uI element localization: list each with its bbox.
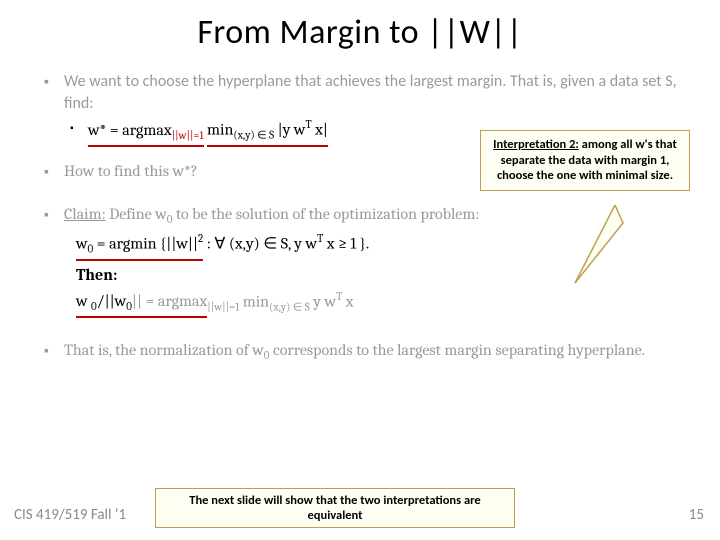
eq1-mincond: (x,y) ∈ S bbox=[233, 129, 274, 142]
claim-text-b: to be the solution of the optimization p… bbox=[172, 205, 479, 223]
callout-label: Interpretation 2: bbox=[493, 137, 579, 152]
concl-a: That is, the normalization of w bbox=[64, 341, 264, 359]
eq2-mid: : ∀ (x,y) ∈ S, y w bbox=[203, 235, 317, 253]
eq1-underline-rhs: min(x,y) ∈ S |y wT x| bbox=[207, 118, 328, 146]
eq1-lhs: w* = argmax bbox=[88, 121, 172, 139]
eq1-cond: ||w||=1 bbox=[172, 129, 204, 142]
page-number: 15 bbox=[689, 506, 704, 524]
footnote-text: The next slide will show that the two in… bbox=[189, 493, 480, 523]
callout-box: Interpretation 2: among all w's that sep… bbox=[480, 130, 690, 191]
eq1-underline-lhs: w* = argmax||w||=1 bbox=[88, 120, 204, 147]
eq3-mincond: (x,y) ∈ S bbox=[269, 301, 310, 314]
claim-label: Claim: bbox=[64, 205, 106, 223]
then-text: Then: bbox=[76, 266, 117, 284]
footer-left: CIS 419/519 Fall ’1 bbox=[14, 506, 126, 524]
slide-title: From Margin to ||W|| bbox=[40, 12, 680, 53]
eq3-underline: w 0/||w0|| = argmax bbox=[76, 291, 207, 318]
eq1-min: min bbox=[207, 121, 233, 139]
eq2-underline: w0 = argmin {||w||2 bbox=[76, 232, 203, 260]
eq3-c: || = argmax bbox=[132, 292, 207, 310]
concl-b: corresponds to the largest margin separa… bbox=[269, 341, 645, 359]
eq2-lhs-a: w bbox=[76, 235, 88, 253]
eq2-lhs-b: = argmin {||w|| bbox=[93, 235, 198, 253]
slide: From Margin to ||W|| We want to choose t… bbox=[0, 0, 720, 540]
bullet-intro: We want to choose the hyperplane that ac… bbox=[40, 71, 680, 114]
claim-text-a: Define w bbox=[106, 205, 167, 223]
eq2-end: x ≥ 1 }. bbox=[323, 235, 369, 253]
eq3-b: /||w bbox=[97, 292, 126, 310]
eq3-rhs: y w bbox=[310, 292, 336, 310]
eq3-cond: ||w||=1 bbox=[207, 301, 239, 314]
eq3-a: w bbox=[76, 292, 91, 310]
eq1-rhs2: x| bbox=[312, 121, 328, 139]
bullet-conclusion: That is, the normalization of w0 corresp… bbox=[40, 340, 680, 364]
eq3-rhs2: x bbox=[342, 292, 353, 310]
eq3-min: min bbox=[243, 292, 269, 310]
eq1-rhs: |y w bbox=[278, 121, 306, 139]
footnote-box: The next slide will show that the two in… bbox=[155, 488, 515, 528]
